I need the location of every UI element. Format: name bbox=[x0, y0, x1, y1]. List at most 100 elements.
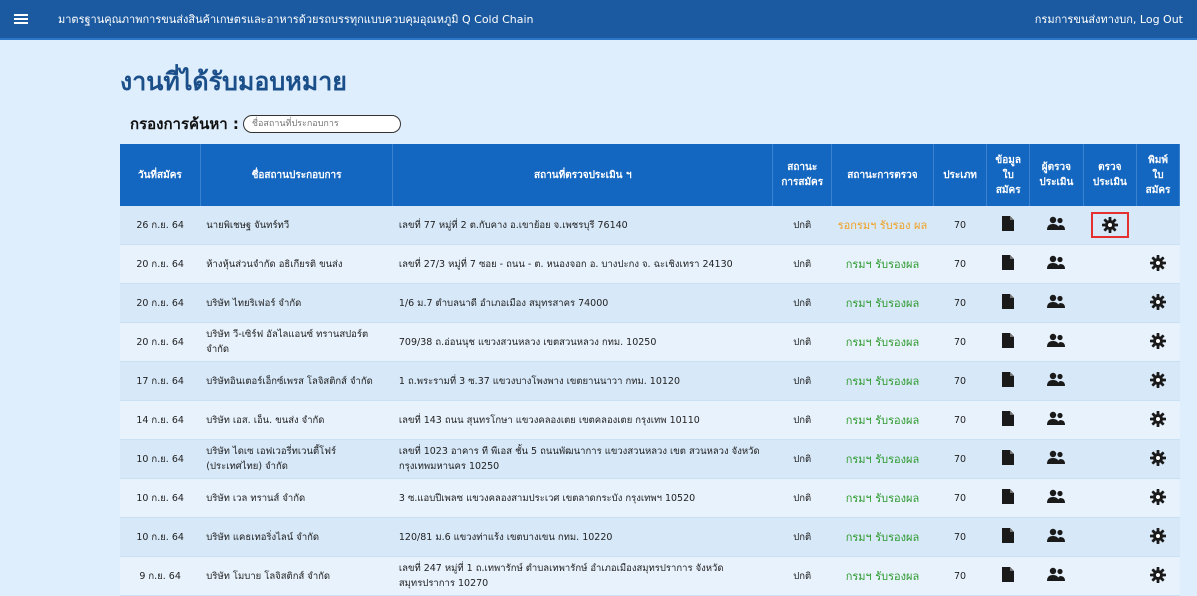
cell-app-info bbox=[986, 206, 1030, 245]
gear-icon[interactable] bbox=[1101, 217, 1118, 233]
document-icon[interactable] bbox=[1002, 450, 1015, 465]
cell-app-status: ปกติ bbox=[772, 283, 832, 323]
gear-icon[interactable] bbox=[1150, 371, 1167, 388]
document-icon[interactable] bbox=[1002, 411, 1015, 426]
cell-address: เลขที่ 1023 อาคาร ที พีเอส ชั้น 5 ถนนพัฒ… bbox=[392, 439, 773, 479]
cell-app-status: ปกติ bbox=[772, 244, 832, 284]
table-row: 17 ก.ย. 64 บริษัทอินเตอร์เอ็กซ์เพรส โลจิส… bbox=[120, 361, 1180, 401]
gear-icon[interactable] bbox=[1150, 527, 1167, 544]
document-icon[interactable] bbox=[1002, 333, 1015, 348]
user-area: กรมการขนส่งทางบก, Log Out bbox=[1035, 10, 1183, 28]
table-row: 10 ก.ย. 64 บริษัท เวล ทรานส์ จำกัด 3 ซ.แอบ… bbox=[120, 478, 1180, 518]
cell-app-status: ปกติ bbox=[772, 361, 832, 401]
document-icon[interactable] bbox=[1002, 294, 1015, 309]
cell-date: 20 ก.ย. 64 bbox=[120, 283, 201, 323]
cell-type: 70 bbox=[933, 517, 987, 557]
header-address: สถานที่ตรวจประเมิน ฯ bbox=[392, 144, 774, 206]
users-icon[interactable] bbox=[1047, 489, 1066, 504]
gear-icon[interactable] bbox=[1150, 410, 1167, 427]
cell-inspect bbox=[1083, 517, 1137, 557]
users-icon[interactable] bbox=[1047, 411, 1066, 426]
document-icon[interactable] bbox=[1002, 528, 1015, 543]
cell-app-status: ปกติ bbox=[772, 517, 832, 557]
cell-inspector bbox=[1029, 361, 1084, 401]
document-icon[interactable] bbox=[1002, 216, 1015, 231]
cell-inspect-status: กรมฯ รับรองผล bbox=[831, 322, 934, 362]
cell-inspector bbox=[1029, 244, 1084, 284]
hamburger-icon[interactable] bbox=[14, 14, 28, 24]
users-icon[interactable] bbox=[1047, 333, 1066, 348]
cell-company: บริษัท โมบาย โลจิสติกส์ จำกัด bbox=[200, 556, 393, 596]
cell-address: 709/38 ถ.อ่อนนุช แขวงสวนหลวง เขตสวนหลวง … bbox=[392, 322, 773, 362]
table-row: 9 ก.ย. 64 บริษัท โมบาย โลจิสติกส์ จำกัด เล… bbox=[120, 556, 1180, 596]
header-inspector: ผู้ตรวจ ประเมิน bbox=[1029, 144, 1084, 206]
cell-date: 10 ก.ย. 64 bbox=[120, 478, 201, 518]
cell-app-info bbox=[986, 322, 1030, 362]
table-row: 26 ก.ย. 64 นายพิเชษฐ จันทร์ทวี เลขที่ 77 ห… bbox=[120, 206, 1180, 245]
document-icon[interactable] bbox=[1002, 489, 1015, 504]
cell-company: ห้างหุ้นส่วนจำกัด อธิเกียรติ ขนส่ง bbox=[200, 244, 393, 284]
cell-app-info bbox=[986, 478, 1030, 518]
cell-address: 1 ถ.พระรามที่ 3 ซ.37 แขวงบางโพงพาง เขตยา… bbox=[392, 361, 773, 401]
cell-app-info bbox=[986, 361, 1030, 401]
users-icon[interactable] bbox=[1047, 567, 1066, 582]
cell-app-status: ปกติ bbox=[772, 439, 832, 479]
cell-print bbox=[1136, 478, 1180, 518]
cell-inspect-status: รอกรมฯ รับรอง ผล bbox=[831, 206, 934, 245]
document-icon[interactable] bbox=[1002, 567, 1015, 582]
cell-type: 70 bbox=[933, 283, 987, 323]
gear-icon[interactable] bbox=[1150, 254, 1167, 271]
cell-address: 3 ซ.แอบปีเพลซ แขวงคลองสามประเวศ เขตลาดกร… bbox=[392, 478, 773, 518]
header-inspect: ตรวจ ประเมิน bbox=[1083, 144, 1138, 206]
users-icon[interactable] bbox=[1047, 450, 1066, 465]
app-title: มาตรฐานคุณภาพการขนส่งสินค้าเกษตรและอาหาร… bbox=[58, 13, 534, 26]
main-content: งานที่ได้รับมอบหมาย กรองการค้นหา : วันที… bbox=[0, 62, 1180, 596]
document-icon[interactable] bbox=[1002, 372, 1015, 387]
cell-inspect-status: กรมฯ รับรองผล bbox=[831, 439, 934, 479]
table-row: 20 ก.ย. 64 บริษัท ไทยริเฟอร์ จำกัด 1/6 ม.7… bbox=[120, 283, 1180, 323]
cell-app-info bbox=[986, 556, 1030, 596]
header-company: ชื่อสถานประกอบการ bbox=[200, 144, 394, 206]
logout-link[interactable]: Log Out bbox=[1140, 13, 1183, 26]
gear-icon[interactable] bbox=[1150, 488, 1167, 505]
filter-label: กรองการค้นหา : bbox=[130, 115, 239, 133]
cell-app-info bbox=[986, 244, 1030, 284]
cell-print bbox=[1136, 361, 1180, 401]
cell-type: 70 bbox=[933, 556, 987, 596]
gear-icon[interactable] bbox=[1150, 293, 1167, 310]
header-inspect-status: สถานะการตรวจ bbox=[831, 144, 934, 206]
cell-inspect bbox=[1083, 478, 1137, 518]
cell-inspect-status: กรมฯ รับรองผล bbox=[831, 400, 934, 440]
gear-icon[interactable] bbox=[1150, 449, 1167, 466]
cell-inspector bbox=[1029, 556, 1084, 596]
cell-inspect-status: กรมฯ รับรองผล bbox=[831, 556, 934, 596]
users-icon[interactable] bbox=[1047, 528, 1066, 543]
gear-icon[interactable] bbox=[1150, 566, 1167, 583]
table-row: 10 ก.ย. 64 บริษัท ไดเซ เอฟเวอรี่ทเวนตี้โฟ… bbox=[120, 439, 1180, 479]
table-body: 26 ก.ย. 64 นายพิเชษฐ จันทร์ทวี เลขที่ 77 ห… bbox=[120, 206, 1180, 596]
cell-type: 70 bbox=[933, 478, 987, 518]
cell-type: 70 bbox=[933, 322, 987, 362]
table-row: 14 ก.ย. 64 บริษัท เอส. เอ็น. ขนส่ง จำกัดเ… bbox=[120, 400, 1180, 440]
table-row: 20 ก.ย. 64 ห้างหุ้นส่วนจำกัด อธิเกียรติ ข… bbox=[120, 244, 1180, 284]
search-input[interactable] bbox=[242, 115, 401, 133]
cell-date: 17 ก.ย. 64 bbox=[120, 361, 201, 401]
cell-type: 70 bbox=[933, 400, 987, 440]
cell-inspect-status: กรมฯ รับรองผล bbox=[831, 361, 934, 401]
cell-company: บริษัท วี-เซิร์ฟ อัลไลแอนซ์ ทรานสปอร์ต จ… bbox=[200, 322, 393, 362]
cell-inspector bbox=[1029, 517, 1084, 557]
cell-type: 70 bbox=[933, 206, 987, 245]
document-icon[interactable] bbox=[1002, 255, 1015, 270]
users-icon[interactable] bbox=[1047, 216, 1066, 231]
users-icon[interactable] bbox=[1047, 294, 1066, 309]
cell-company: บริษัท ไดเซ เอฟเวอรี่ทเวนตี้โฟร์ (ประเทศ… bbox=[200, 439, 393, 479]
gear-icon[interactable] bbox=[1150, 332, 1167, 349]
users-icon[interactable] bbox=[1047, 255, 1066, 270]
cell-inspect-status: กรมฯ รับรองผล bbox=[831, 244, 934, 284]
users-icon[interactable] bbox=[1047, 372, 1066, 387]
header-type: ประเภท bbox=[933, 144, 988, 206]
organization-name: กรมการขนส่งทางบก bbox=[1034, 13, 1133, 26]
cell-app-status: ปกติ bbox=[772, 478, 832, 518]
cell-app-info bbox=[986, 283, 1030, 323]
cell-address: เลขที่ 77 หมู่ที่ 2 ต.กับคาง อ.เขาย้อย จ… bbox=[392, 206, 773, 245]
